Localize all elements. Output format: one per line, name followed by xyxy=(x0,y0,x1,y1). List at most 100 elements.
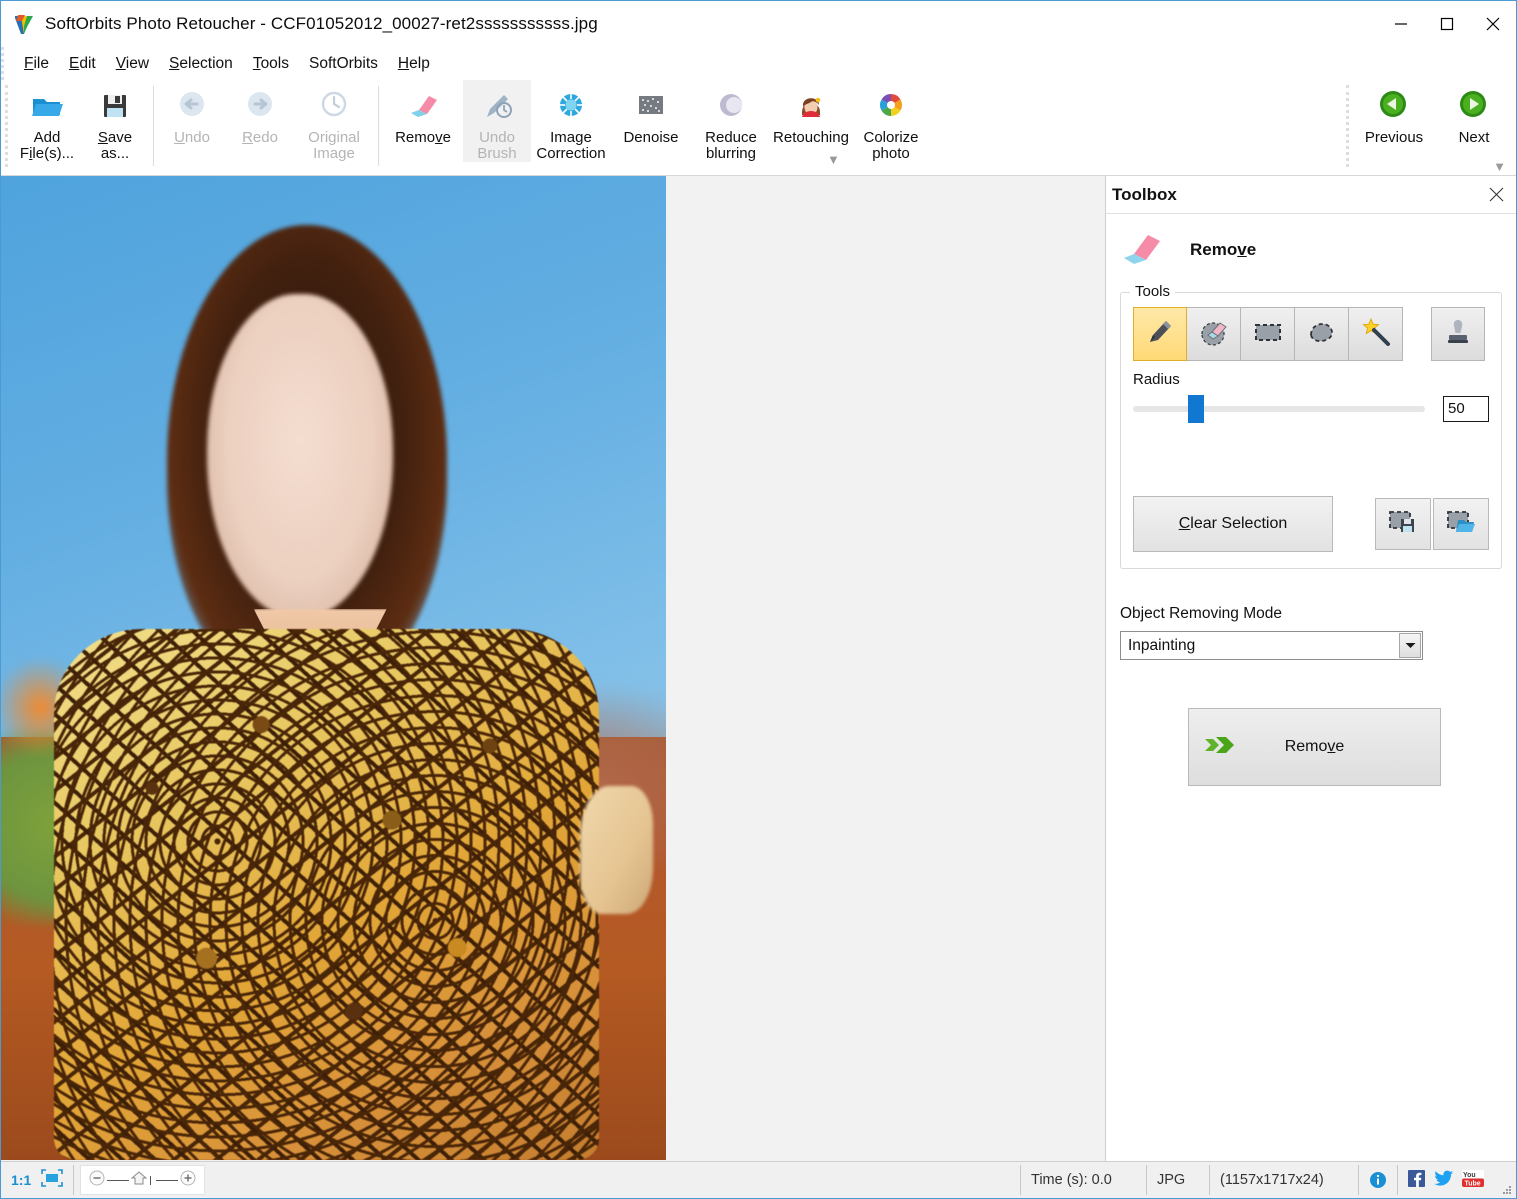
retouching-icon xyxy=(793,88,829,124)
facebook-icon[interactable] xyxy=(1408,1170,1425,1191)
add-files-icon xyxy=(29,88,65,124)
ribbon-add-files-button[interactable]: AddFile(s)... xyxy=(13,80,81,162)
ribbon-retouching-button[interactable]: Retouching xyxy=(771,80,851,146)
toolbox-title: Toolbox xyxy=(1112,185,1177,205)
zoom-out-icon[interactable] xyxy=(89,1170,105,1190)
twitter-icon[interactable] xyxy=(1434,1170,1453,1191)
ribbon-undo-brush-button[interactable]: UndoBrush xyxy=(463,80,531,162)
menu-tools[interactable]: Tools xyxy=(243,52,299,76)
ribbon-toolbar: AddFile(s)... Saveas... xyxy=(1,80,1516,176)
next-green-arrow-icon xyxy=(1456,88,1492,124)
menu-selection[interactable]: Selection xyxy=(159,52,243,76)
selection-buttons-row: Clear Selection xyxy=(1133,496,1489,552)
pencil-icon xyxy=(1144,316,1176,353)
magic-wand-tool-button[interactable] xyxy=(1349,307,1403,361)
application-window: SoftOrbits Photo Retoucher - CCF01052012… xyxy=(0,0,1517,1199)
stamp-tool-button[interactable] xyxy=(1431,307,1485,361)
radius-value-input[interactable]: 50 xyxy=(1443,396,1489,422)
zoom-in-icon[interactable] xyxy=(180,1170,196,1190)
minimize-button[interactable] xyxy=(1378,1,1424,47)
ribbon-separator xyxy=(153,86,154,166)
menu-view[interactable]: View xyxy=(106,52,159,76)
maximize-button[interactable] xyxy=(1424,1,1470,47)
lasso-icon xyxy=(1306,316,1338,353)
ribbon-original-image-button[interactable]: OriginalImage xyxy=(294,80,374,162)
status-divider xyxy=(73,1165,74,1195)
ribbon-expand-icon[interactable]: ▼ xyxy=(1493,159,1506,174)
close-button[interactable] xyxy=(1470,1,1516,47)
eraser-round-icon xyxy=(1198,316,1230,353)
ribbon-group-expand-icon[interactable]: ▼ xyxy=(827,152,840,167)
ribbon-nav-grip xyxy=(1346,85,1349,167)
social-links: You Tube xyxy=(1398,1162,1494,1198)
title-bar: SoftOrbits Photo Retoucher - CCF01052012… xyxy=(1,1,1516,47)
eraser-icon xyxy=(405,88,441,124)
zoom-track-left[interactable] xyxy=(107,1180,129,1181)
menu-softorbits[interactable]: SoftOrbits xyxy=(299,52,388,76)
menu-file[interactable]: File xyxy=(14,52,59,76)
photo-subject-blouse xyxy=(54,629,599,1160)
youtube-icon[interactable]: You Tube xyxy=(1462,1170,1484,1191)
zoom-home-icon[interactable] xyxy=(131,1171,147,1189)
ribbon-button-label: Undo xyxy=(174,130,210,146)
object-removing-mode-select[interactable]: Inpainting xyxy=(1120,631,1423,660)
info-button[interactable] xyxy=(1359,1162,1397,1198)
load-selection-button[interactable] xyxy=(1433,498,1489,550)
ribbon-previous-button[interactable]: Previous xyxy=(1354,80,1434,146)
ribbon-button-label: Previous xyxy=(1365,130,1423,146)
ribbon-colorize-photo-button[interactable]: Colorizephoto xyxy=(851,80,931,162)
radius-row: 50 xyxy=(1133,396,1489,422)
toolbox-header: Toolbox xyxy=(1106,176,1516,214)
ribbon-redo-button[interactable]: Redo xyxy=(226,80,294,146)
ribbon-button-label: OriginalImage xyxy=(308,130,360,162)
status-right-group: Time (s): 0.0 JPG (1157x1717x24) xyxy=(1020,1162,1516,1198)
pencil-tool-button[interactable] xyxy=(1133,307,1187,361)
ribbon-reduce-blurring-button[interactable]: Reduceblurring xyxy=(691,80,771,162)
colorize-photo-icon xyxy=(873,88,909,124)
remove-action-label: Remove xyxy=(1189,738,1440,756)
rectangle-select-tool-button[interactable] xyxy=(1241,307,1295,361)
menu-edit[interactable]: Edit xyxy=(59,52,106,76)
svg-text:You: You xyxy=(1463,1172,1476,1179)
ribbon-navigation-group: Previous Next ▼ xyxy=(1342,80,1514,176)
canvas-work-area[interactable] xyxy=(1,176,1105,1161)
photo-canvas[interactable] xyxy=(1,176,666,1160)
radius-label: Radius xyxy=(1133,371,1489,388)
softorbits-logo-icon xyxy=(13,13,35,35)
ribbon-button-label: Saveas... xyxy=(98,130,132,162)
ribbon-image-correction-button[interactable]: ImageCorrection xyxy=(531,80,611,162)
resize-grip-icon[interactable] xyxy=(1494,1162,1516,1198)
ribbon-denoise-button[interactable]: Denoise xyxy=(611,80,691,146)
ribbon-save-as-button[interactable]: Saveas... xyxy=(81,80,149,162)
ribbon-separator xyxy=(378,86,379,166)
zoom-slider-widget[interactable] xyxy=(80,1165,205,1195)
undo-brush-icon xyxy=(479,88,515,124)
ribbon-grip xyxy=(5,85,8,167)
radius-slider-thumb[interactable] xyxy=(1188,395,1204,423)
elapsed-time-cell: Time (s): 0.0 xyxy=(1021,1162,1146,1198)
zoom-tick xyxy=(150,1176,151,1185)
remove-action-button[interactable]: Remove xyxy=(1188,708,1441,786)
toolbox-close-icon[interactable] xyxy=(1486,184,1506,204)
status-bar: 1:1 xyxy=(1,1161,1516,1198)
ribbon-button-label: Denoise xyxy=(623,130,678,146)
ribbon-remove-button[interactable]: Remove xyxy=(383,80,463,146)
photo-subject-face xyxy=(207,294,393,619)
zoom-track-right[interactable] xyxy=(156,1180,178,1181)
magic-wand-icon xyxy=(1360,316,1392,353)
menu-help[interactable]: Help xyxy=(388,52,440,76)
fit-to-screen-icon[interactable] xyxy=(41,1169,63,1191)
save-selection-button[interactable] xyxy=(1375,498,1431,550)
lasso-tool-button[interactable] xyxy=(1295,307,1349,361)
eraser-tool-button[interactable] xyxy=(1187,307,1241,361)
chevron-down-icon[interactable] xyxy=(1399,633,1421,658)
object-removing-mode-label: Object Removing Mode xyxy=(1120,605,1502,623)
object-removing-mode-value: Inpainting xyxy=(1121,637,1195,655)
clear-selection-button[interactable]: Clear Selection xyxy=(1133,496,1333,552)
ribbon-next-button[interactable]: Next xyxy=(1434,80,1514,146)
ribbon-undo-button[interactable]: Undo xyxy=(158,80,226,146)
previous-green-arrow-icon xyxy=(1376,88,1412,124)
ribbon-button-label: Next xyxy=(1459,130,1490,146)
radius-slider[interactable] xyxy=(1133,406,1425,412)
zoom-ratio-cell[interactable]: 1:1 xyxy=(1,1162,73,1198)
